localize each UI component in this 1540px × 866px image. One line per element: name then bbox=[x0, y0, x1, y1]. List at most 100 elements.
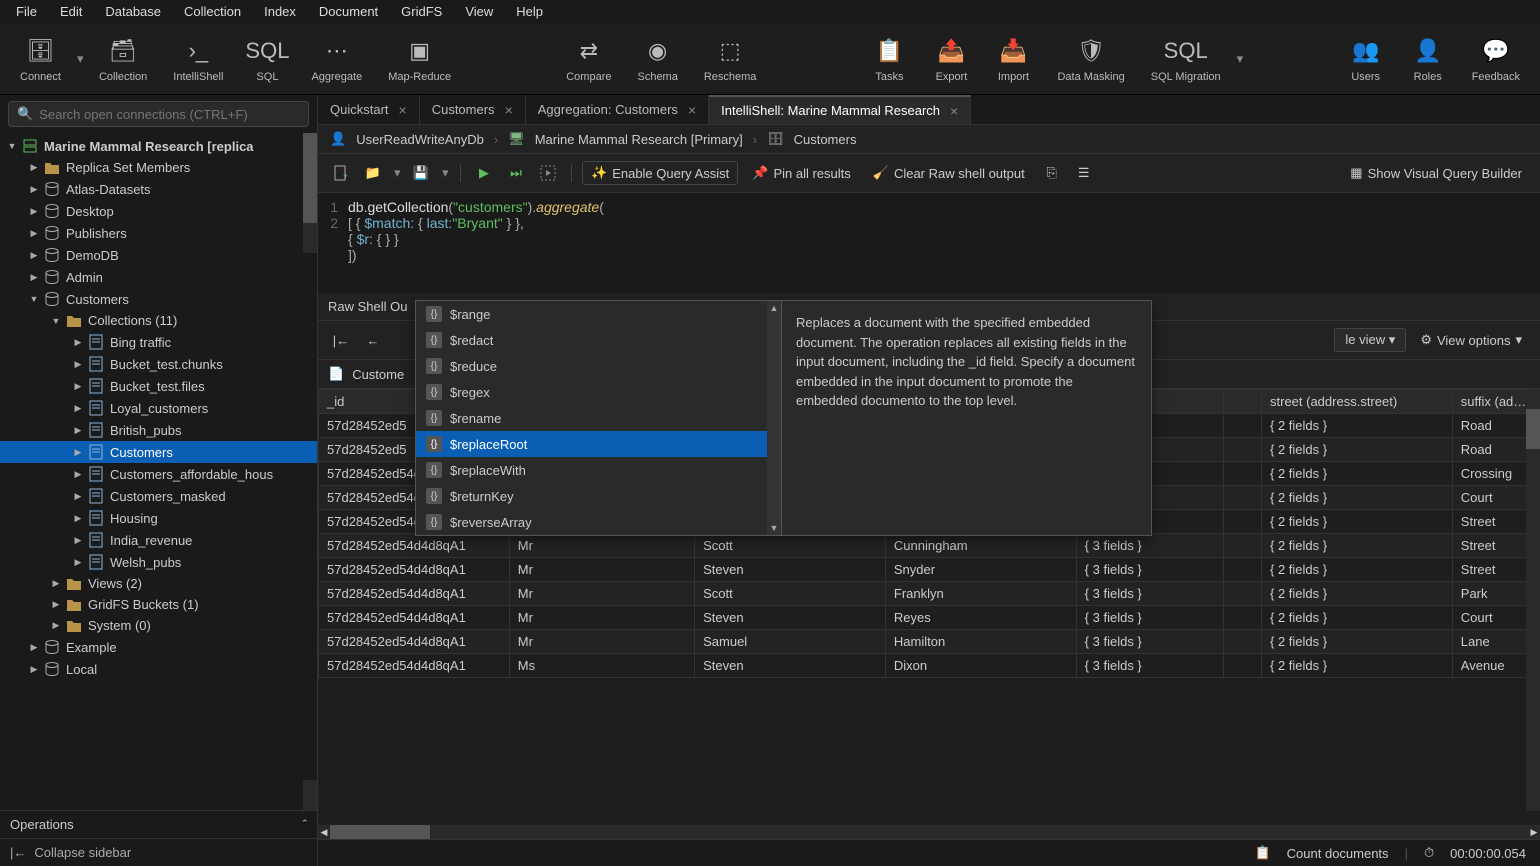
scrollbar-thumb[interactable] bbox=[330, 825, 430, 839]
table-row[interactable]: 57d28452ed54d4d8qA1MrStevenSnyder{ 3 fie… bbox=[319, 558, 1540, 582]
autocomplete-item[interactable]: {}$reverseArray bbox=[416, 509, 781, 535]
autocomplete-item[interactable]: {}$redact bbox=[416, 327, 781, 353]
autocomplete-item[interactable]: {}$regex bbox=[416, 379, 781, 405]
list-button[interactable]: ☰ bbox=[1071, 160, 1097, 186]
tree-item-demodb[interactable]: ▶DemoDB bbox=[0, 244, 317, 266]
expand-arrow-icon[interactable]: ▶ bbox=[72, 491, 84, 502]
autocomplete-item[interactable]: {}$range bbox=[416, 301, 781, 327]
tree-item-desktop[interactable]: ▶Desktop bbox=[0, 200, 317, 222]
expand-arrow-icon[interactable]: ▶ bbox=[72, 469, 84, 480]
roles-button[interactable]: 👤Roles bbox=[1398, 27, 1458, 91]
menu-file[interactable]: File bbox=[6, 1, 47, 22]
autocomplete-item[interactable]: {}$replaceRoot bbox=[416, 431, 781, 457]
collapse-sidebar-button[interactable]: |← Collapse sidebar bbox=[0, 838, 317, 866]
autocomplete-list[interactable]: {}$range{}$redact{}$reduce{}$regex{}$ren… bbox=[416, 301, 781, 535]
autocomplete-item[interactable]: {}$rename bbox=[416, 405, 781, 431]
tree-item-views-2-[interactable]: ▶Views (2) bbox=[0, 573, 317, 594]
scroll-up-icon[interactable]: ▲ bbox=[767, 301, 781, 315]
tree-item-housing[interactable]: ▶Housing bbox=[0, 507, 317, 529]
table-row[interactable]: 57d28452ed54d4d8qA1MsStevenDixon{ 3 fiel… bbox=[319, 654, 1540, 678]
toolbar-dropdown[interactable]: ▾ bbox=[75, 51, 85, 67]
table-row[interactable]: 57d28452ed54d4d8qA1MrStevenReyes{ 3 fiel… bbox=[319, 606, 1540, 630]
tree-item-customers[interactable]: ▼Customers bbox=[0, 288, 317, 310]
toolbar-dropdown[interactable]: ▾ bbox=[1235, 51, 1245, 67]
menu-help[interactable]: Help bbox=[506, 1, 553, 22]
compare-button[interactable]: ⇄Compare bbox=[554, 27, 623, 91]
data-masking-button[interactable]: 🛡Data Masking bbox=[1045, 27, 1136, 91]
clear-output-button[interactable]: 🧹 Clear Raw shell output bbox=[865, 162, 1033, 184]
export-button[interactable]: 📤Export bbox=[921, 27, 981, 91]
expand-arrow-icon[interactable]: ▶ bbox=[28, 206, 40, 217]
open-dropdown[interactable]: ▾ bbox=[392, 165, 402, 181]
tree-item-bucket-test-chunks[interactable]: ▶Bucket_test.chunks bbox=[0, 353, 317, 375]
tree-item-loyal-customers[interactable]: ▶Loyal_customers bbox=[0, 397, 317, 419]
run-selection-button[interactable] bbox=[535, 160, 561, 186]
menu-view[interactable]: View bbox=[455, 1, 503, 22]
tree-item-publishers[interactable]: ▶Publishers bbox=[0, 222, 317, 244]
expand-arrow-icon[interactable]: ▶ bbox=[72, 513, 84, 524]
expand-arrow-icon[interactable]: ▶ bbox=[72, 425, 84, 436]
expand-arrow-icon[interactable]: ▶ bbox=[28, 184, 40, 195]
view-options-button[interactable]: ⚙ View options ▾ bbox=[1412, 329, 1530, 351]
autocomplete-scrollbar[interactable]: ▲ ▼ bbox=[767, 301, 781, 535]
expand-arrow-icon[interactable]: ▶ bbox=[72, 403, 84, 414]
expand-arrow-icon[interactable]: ▶ bbox=[28, 228, 40, 239]
search-input[interactable] bbox=[39, 107, 300, 122]
menu-collection[interactable]: Collection bbox=[174, 1, 251, 22]
expand-arrow-icon[interactable]: ▶ bbox=[72, 447, 84, 458]
scroll-right-icon[interactable]: ▶ bbox=[1528, 825, 1540, 839]
scroll-left-icon[interactable]: ◀ bbox=[318, 825, 330, 839]
run-button[interactable]: ▶ bbox=[471, 160, 497, 186]
tree-item-atlas-datasets[interactable]: ▶Atlas-Datasets bbox=[0, 178, 317, 200]
expand-arrow-icon[interactable]: ▶ bbox=[50, 578, 62, 589]
breadcrumb-database[interactable]: Customers bbox=[794, 132, 857, 147]
menu-database[interactable]: Database bbox=[95, 1, 171, 22]
tree-item-bucket-test-files[interactable]: ▶Bucket_test.files bbox=[0, 375, 317, 397]
expand-arrow-icon[interactable]: ▶ bbox=[28, 664, 40, 675]
connect-button[interactable]: 🗄Connect bbox=[8, 27, 73, 91]
expand-arrow-icon[interactable]: ▶ bbox=[72, 359, 84, 370]
expand-arrow-icon[interactable]: ▶ bbox=[28, 642, 40, 653]
expand-arrow-icon[interactable]: ▼ bbox=[6, 141, 18, 151]
intellishell-button[interactable]: ›_IntelliShell bbox=[161, 27, 235, 91]
collection-button[interactable]: 🗃Collection bbox=[87, 27, 159, 91]
window-button[interactable]: ⎘ bbox=[1039, 160, 1065, 186]
tab-quickstart[interactable]: Quickstart× bbox=[318, 95, 420, 124]
sql-button[interactable]: SQLSQL bbox=[237, 27, 297, 91]
expand-arrow-icon[interactable]: ▶ bbox=[50, 620, 62, 631]
tree-item-welsh-pubs[interactable]: ▶Welsh_pubs bbox=[0, 551, 317, 573]
new-file-button[interactable]: + bbox=[328, 160, 354, 186]
view-mode-select[interactable]: le view ▾ bbox=[1334, 328, 1406, 352]
first-page-button[interactable]: |← bbox=[328, 327, 354, 353]
tree-item-gridfs-buckets-1-[interactable]: ▶GridFS Buckets (1) bbox=[0, 594, 317, 615]
tree-item-customers-masked[interactable]: ▶Customers_masked bbox=[0, 485, 317, 507]
visual-query-builder-button[interactable]: ▦ Show Visual Query Builder bbox=[1342, 162, 1530, 184]
sql-migration-button[interactable]: SQLSQL Migration bbox=[1139, 27, 1233, 91]
import-button[interactable]: 📥Import bbox=[983, 27, 1043, 91]
tab-aggregation-customers[interactable]: Aggregation: Customers× bbox=[526, 95, 709, 124]
tree-item-collections-11-[interactable]: ▼Collections (11) bbox=[0, 310, 317, 331]
expand-arrow-icon[interactable]: ▶ bbox=[72, 535, 84, 546]
count-documents-button[interactable]: Count documents bbox=[1287, 846, 1389, 861]
tree-item-local[interactable]: ▶Local bbox=[0, 658, 317, 680]
expand-arrow-icon[interactable]: ▶ bbox=[72, 337, 84, 348]
menu-document[interactable]: Document bbox=[309, 1, 388, 22]
expand-arrow-icon[interactable]: ▼ bbox=[28, 294, 40, 304]
code-editor[interactable]: 1 db.getCollection("customers").aggregat… bbox=[318, 193, 1540, 293]
tab-intellishell-marine-mammal-research[interactable]: IntelliShell: Marine Mammal Research× bbox=[709, 95, 971, 124]
menu-edit[interactable]: Edit bbox=[50, 1, 92, 22]
close-icon[interactable]: × bbox=[688, 102, 696, 118]
autocomplete-item[interactable]: {}$reduce bbox=[416, 353, 781, 379]
close-icon[interactable]: × bbox=[950, 103, 958, 119]
tree-item-bing-traffic[interactable]: ▶Bing traffic bbox=[0, 331, 317, 353]
search-connections[interactable]: 🔍 bbox=[8, 101, 309, 127]
tree-item-system-0-[interactable]: ▶System (0) bbox=[0, 615, 317, 636]
close-icon[interactable]: × bbox=[505, 102, 513, 118]
autocomplete-item[interactable]: {}$replaceWith bbox=[416, 457, 781, 483]
save-button[interactable]: 💾 bbox=[408, 160, 434, 186]
column-header[interactable] bbox=[1223, 390, 1261, 414]
tree-item-india-revenue[interactable]: ▶India_revenue bbox=[0, 529, 317, 551]
expand-arrow-icon[interactable]: ▶ bbox=[72, 557, 84, 568]
tree-item-customers-affordable-hous[interactable]: ▶Customers_affordable_hous bbox=[0, 463, 317, 485]
reschema-button[interactable]: ⬚Reschema bbox=[692, 27, 769, 91]
